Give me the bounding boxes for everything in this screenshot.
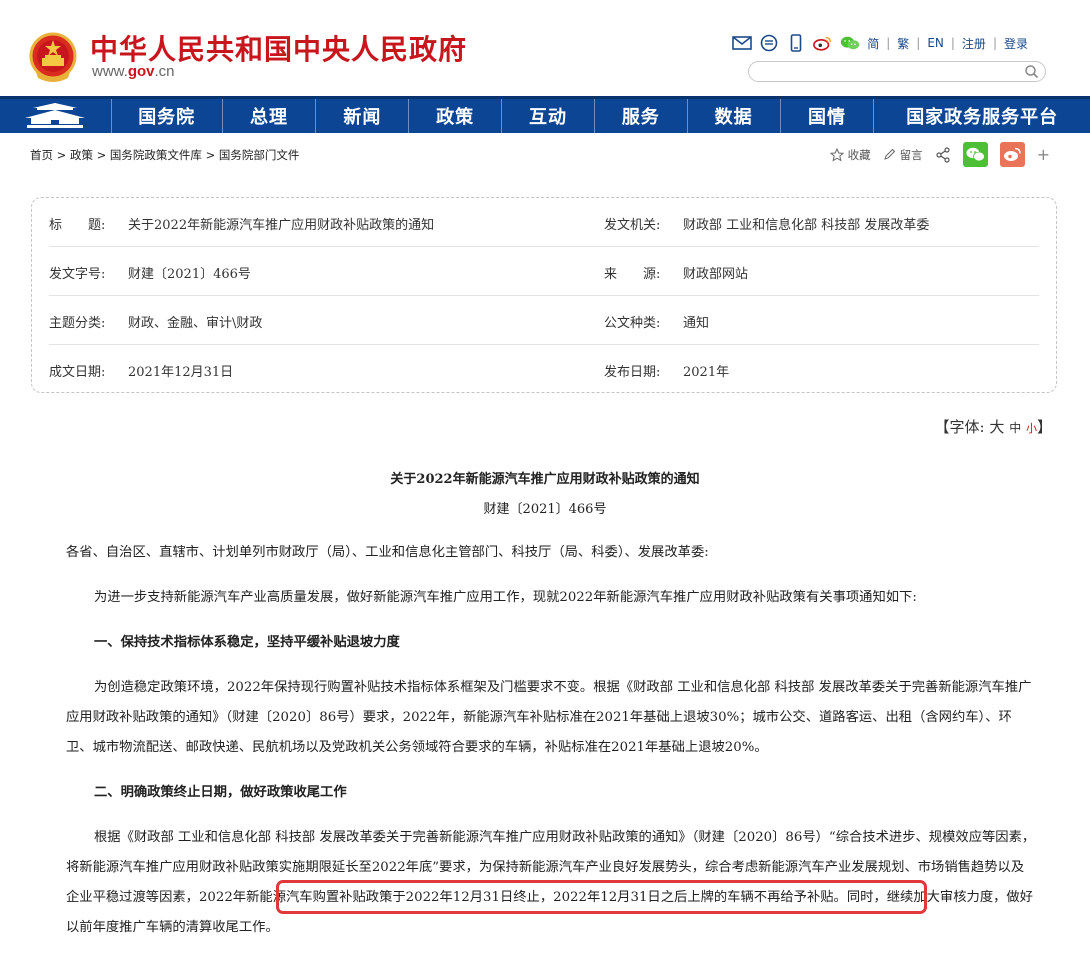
info-value-source: 财政部网站 (683, 267, 749, 282)
separator: | (992, 36, 997, 50)
separator: | (950, 36, 955, 50)
font-size-medium-button[interactable]: 中 (1009, 421, 1021, 435)
info-label-issuer: 发文机关: (604, 218, 661, 233)
info-value-title: 关于2022年新能源汽车推广应用财政补贴政策的通知 (128, 218, 435, 233)
font-size-close: 】 (1036, 418, 1052, 436)
nav-item-news[interactable]: 新闻 (316, 99, 410, 133)
share-icon[interactable] (935, 146, 951, 163)
font-size-large-button[interactable]: 大 (989, 418, 1004, 436)
mail-icon[interactable] (732, 34, 752, 52)
article-paragraph-2: 根据《财政部 工业和信息化部 科技部 发展改革委关于完善新能源汽车推广应用财政补… (66, 830, 1036, 935)
national-emblem-icon[interactable] (28, 32, 78, 84)
favorite-button[interactable]: 收藏 (829, 147, 871, 163)
info-row: 主题分类: 财政、金融、审计\财政 公文种类: 通知 (49, 296, 1039, 345)
site-url-prefix: www. (92, 63, 128, 80)
article-intro: 为进一步支持新能源汽车产业高质量发展，做好新能源汽车推广应用工作，现就2022年… (94, 590, 917, 605)
star-icon (829, 147, 844, 162)
search-box (748, 61, 1046, 83)
breadcrumb-policy[interactable]: 政策 (70, 148, 93, 162)
nav-item-state-council[interactable]: 国务院 (112, 99, 223, 133)
article-paragraph-1: 为创造稳定政策环境，2022年保持现行购置补贴技术指标体系框架及门槛要求不变。根… (66, 680, 1032, 755)
info-value-written-date: 2021年12月31日 (128, 365, 234, 380)
search-input[interactable] (759, 63, 1029, 83)
breadcrumb-home[interactable]: 首页 (30, 148, 53, 162)
separator: | (886, 36, 891, 50)
breadcrumb-separator: > (56, 148, 67, 162)
simplified-chinese-link[interactable]: 简 (867, 35, 879, 52)
info-row: 标 题: 关于2022年新能源汽车推广应用财政补贴政策的通知 发文机关: 财政部… (49, 198, 1039, 247)
info-label-publish-date: 发布日期: (604, 365, 661, 380)
pencil-icon (883, 148, 895, 160)
document-info-box: 标 题: 关于2022年新能源汽车推广应用财政补贴政策的通知 发文机关: 财政部… (31, 197, 1057, 393)
login-link[interactable]: 登录 (1004, 35, 1028, 52)
mobile-icon[interactable] (786, 34, 806, 52)
separator: | (916, 36, 921, 50)
info-label-written-date: 成文日期: (49, 365, 106, 380)
article-doc-number: 财建〔2021〕466号 (483, 502, 607, 517)
message-icon[interactable] (759, 34, 779, 52)
article-tools: 收藏 留言 + (829, 142, 1050, 167)
comment-label: 留言 (899, 147, 923, 162)
share-weibo-button[interactable] (999, 142, 1025, 167)
share-wechat-button[interactable] (962, 142, 988, 167)
info-value-category: 财政、金融、审计\财政 (128, 316, 263, 331)
article-heading-2: 二、明确政策终止日期，做好政策收尾工作 (94, 785, 347, 800)
info-row: 发文字号: 财建〔2021〕466号 来 源: 财政部网站 (49, 247, 1039, 296)
font-size-switcher: 【字体: 大 中 小】 (935, 416, 1052, 437)
nav-item-national-info[interactable]: 国情 (781, 99, 875, 133)
site-title[interactable]: 中华人民共和国中央人民政府 (90, 28, 467, 68)
nav-item-premier[interactable]: 总理 (223, 99, 317, 133)
register-link[interactable]: 注册 (962, 35, 986, 52)
nav-item-service-platform[interactable]: 国家政务服务平台 (874, 99, 1090, 133)
top-links: 简 | 繁 | EN | 注册 | 登录 (732, 34, 1028, 52)
info-value-doc-type: 通知 (683, 316, 710, 331)
nav-item-policy[interactable]: 政策 (409, 99, 503, 133)
breadcrumb-separator: > (96, 148, 107, 162)
nav-home[interactable] (0, 99, 112, 133)
info-label-doc-type: 公文种类: (604, 316, 661, 331)
nav-item-services[interactable]: 服务 (595, 99, 688, 133)
nav-item-data[interactable]: 数据 (688, 99, 781, 133)
font-size-open: 【字体: (934, 418, 985, 436)
site-header: 中华人民共和国中央人民政府 www.gov.cn 简 | 繁 | EN | 注册… (0, 0, 1090, 96)
breadcrumb-policy-library[interactable]: 国务院政策文件库 (110, 148, 202, 162)
article-title: 关于2022年新能源汽车推广应用财政补贴政策的通知 (390, 472, 700, 487)
info-label-category: 主题分类: (49, 316, 106, 331)
wechat-icon (966, 147, 985, 162)
favorite-label: 收藏 (847, 147, 871, 162)
main-nav: 国务院 总理 新闻 政策 互动 服务 数据 国情 国家政务服务平台 (0, 96, 1090, 133)
tiananmen-icon (25, 103, 86, 128)
comment-button[interactable]: 留言 (883, 147, 923, 163)
search-icon[interactable] (1024, 64, 1039, 79)
info-value-publish-date: 2021年 (683, 365, 730, 380)
breadcrumb-department-docs[interactable]: 国务院部门文件 (219, 148, 300, 162)
site-url-brand: gov (127, 63, 155, 80)
weibo-icon[interactable] (813, 34, 833, 52)
font-size-small-button[interactable]: 小 (1026, 422, 1037, 435)
article-heading-1: 一、保持技术指标体系稳定，坚持平缓补贴退坡力度 (94, 635, 400, 650)
article-salutation: 各省、自治区、直辖市、计划单列市财政厅（局）、工业和信息化主管部门、科技厅（局、… (66, 545, 709, 560)
site-url[interactable]: www.gov.cn (92, 63, 175, 80)
more-share-button[interactable]: + (1037, 145, 1050, 164)
breadcrumb: 首页 > 政策 > 国务院政策文件库 > 国务院部门文件 (30, 147, 299, 163)
nav-item-interaction[interactable]: 互动 (502, 99, 595, 133)
weibo-icon (1003, 147, 1021, 161)
info-label-doc-number: 发文字号: (49, 267, 106, 282)
traditional-chinese-link[interactable]: 繁 (897, 35, 909, 52)
wechat-icon[interactable] (840, 34, 860, 52)
info-label-source: 来 源: (604, 267, 661, 282)
info-row: 成文日期: 2021年12月31日 发布日期: 2021年 (49, 345, 1039, 394)
breadcrumb-separator: > (205, 148, 216, 162)
english-link[interactable]: EN (927, 36, 944, 50)
info-value-doc-number: 财建〔2021〕466号 (128, 267, 251, 282)
info-value-issuer: 财政部 工业和信息化部 科技部 发展改革委 (683, 218, 930, 233)
info-label-title: 标 题: (49, 218, 106, 233)
site-url-suffix: .cn (154, 63, 175, 80)
